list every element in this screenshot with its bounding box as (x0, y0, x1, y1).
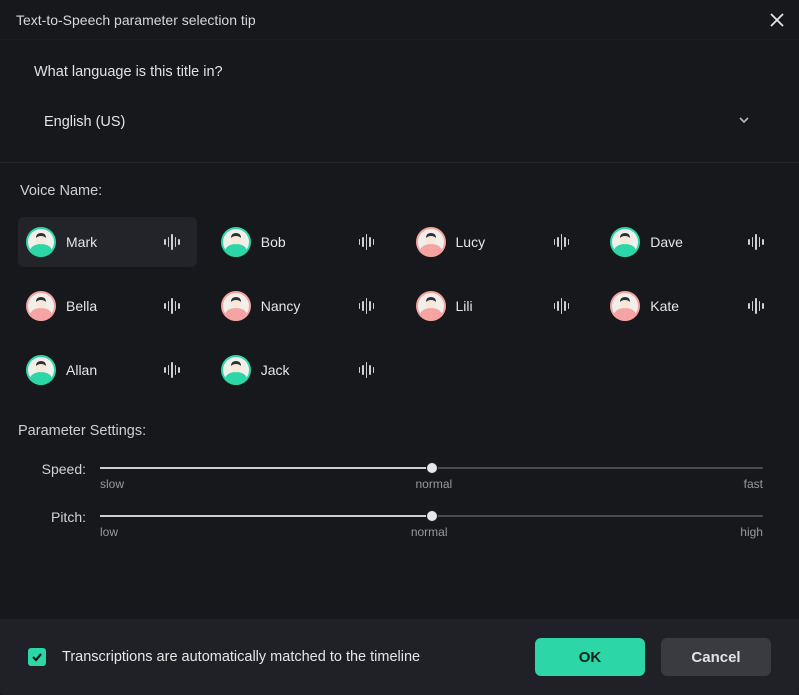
voice-avatar-icon (221, 291, 251, 321)
voice-item-allan[interactable]: Allan (18, 345, 197, 395)
parameter-section-label: Parameter Settings: (18, 423, 781, 439)
cancel-button[interactable]: Cancel (661, 638, 771, 676)
voice-item-lili[interactable]: Lili (408, 281, 587, 331)
voice-name: Lucy (456, 234, 539, 250)
voice-item-bob[interactable]: Bob (213, 217, 392, 267)
voice-item-lucy[interactable]: Lucy (408, 217, 587, 267)
audio-wave-icon (743, 233, 769, 251)
dialog-header: Text-to-Speech parameter selection tip (0, 0, 799, 40)
speed-tick-high: fast (744, 477, 763, 491)
audio-wave-icon (743, 297, 769, 315)
voice-avatar-icon (26, 291, 56, 321)
speed-label: Speed: (18, 461, 100, 477)
voice-grid: Mark Bob Lucy Dave (18, 217, 781, 395)
voice-item-dave[interactable]: Dave (602, 217, 781, 267)
voice-item-nancy[interactable]: Nancy (213, 281, 392, 331)
voice-name: Lili (456, 298, 539, 314)
dialog-title: Text-to-Speech parameter selection tip (16, 12, 256, 28)
voice-avatar-icon (26, 355, 56, 385)
voice-item-kate[interactable]: Kate (602, 281, 781, 331)
audio-wave-icon (548, 297, 574, 315)
audio-wave-icon (354, 297, 380, 315)
audio-wave-icon (354, 233, 380, 251)
language-select[interactable]: English (US) (34, 104, 765, 140)
timeline-checkbox-label: Transcriptions are automatically matched… (62, 649, 519, 665)
parameter-section: Parameter Settings: Speed: slow normal f… (0, 401, 799, 539)
voice-name: Mark (66, 234, 149, 250)
voice-avatar-icon (610, 227, 640, 257)
language-value: English (US) (44, 114, 125, 130)
speed-slider[interactable]: slow normal fast (100, 461, 781, 491)
chevron-down-icon (737, 113, 755, 131)
speed-tick-labels: slow normal fast (100, 477, 763, 491)
close-button[interactable] (765, 8, 789, 32)
voice-name: Bob (261, 234, 344, 250)
voice-item-mark[interactable]: Mark (18, 217, 197, 267)
pitch-slider[interactable]: low normal high (100, 509, 781, 539)
language-question: What language is this title in? (34, 64, 765, 80)
voice-avatar-icon (221, 227, 251, 257)
voice-avatar-icon (221, 355, 251, 385)
pitch-label: Pitch: (18, 509, 100, 525)
audio-wave-icon (159, 233, 185, 251)
check-icon (31, 651, 43, 663)
voice-avatar-icon (416, 291, 446, 321)
audio-wave-icon (159, 297, 185, 315)
voice-avatar-icon (416, 227, 446, 257)
audio-wave-icon (354, 361, 380, 379)
ok-button[interactable]: OK (535, 638, 645, 676)
pitch-tick-high: high (740, 525, 763, 539)
voice-section-label: Voice Name: (18, 183, 781, 199)
pitch-row: Pitch: low normal high (18, 509, 781, 539)
pitch-thumb[interactable] (426, 510, 438, 522)
voice-name: Kate (650, 298, 733, 314)
language-section: What language is this title in? English … (0, 40, 799, 162)
voice-name: Nancy (261, 298, 344, 314)
voice-name: Jack (261, 362, 344, 378)
audio-wave-icon (159, 361, 185, 379)
audio-wave-icon (548, 233, 574, 251)
speed-tick-mid: normal (415, 477, 452, 491)
voice-section: Voice Name: Mark Bob Lucy (0, 163, 799, 401)
voice-avatar-icon (26, 227, 56, 257)
voice-item-jack[interactable]: Jack (213, 345, 392, 395)
close-icon (770, 13, 784, 27)
pitch-tick-low: low (100, 525, 118, 539)
timeline-checkbox[interactable] (28, 648, 46, 666)
pitch-tick-mid: normal (411, 525, 448, 539)
speed-row: Speed: slow normal fast (18, 461, 781, 491)
speed-thumb[interactable] (426, 462, 438, 474)
pitch-tick-labels: low normal high (100, 525, 763, 539)
voice-item-bella[interactable]: Bella (18, 281, 197, 331)
dialog-footer: Transcriptions are automatically matched… (0, 619, 799, 695)
voice-name: Allan (66, 362, 149, 378)
voice-avatar-icon (610, 291, 640, 321)
voice-name: Dave (650, 234, 733, 250)
speed-tick-low: slow (100, 477, 124, 491)
voice-name: Bella (66, 298, 149, 314)
tts-dialog: Text-to-Speech parameter selection tip W… (0, 0, 799, 695)
